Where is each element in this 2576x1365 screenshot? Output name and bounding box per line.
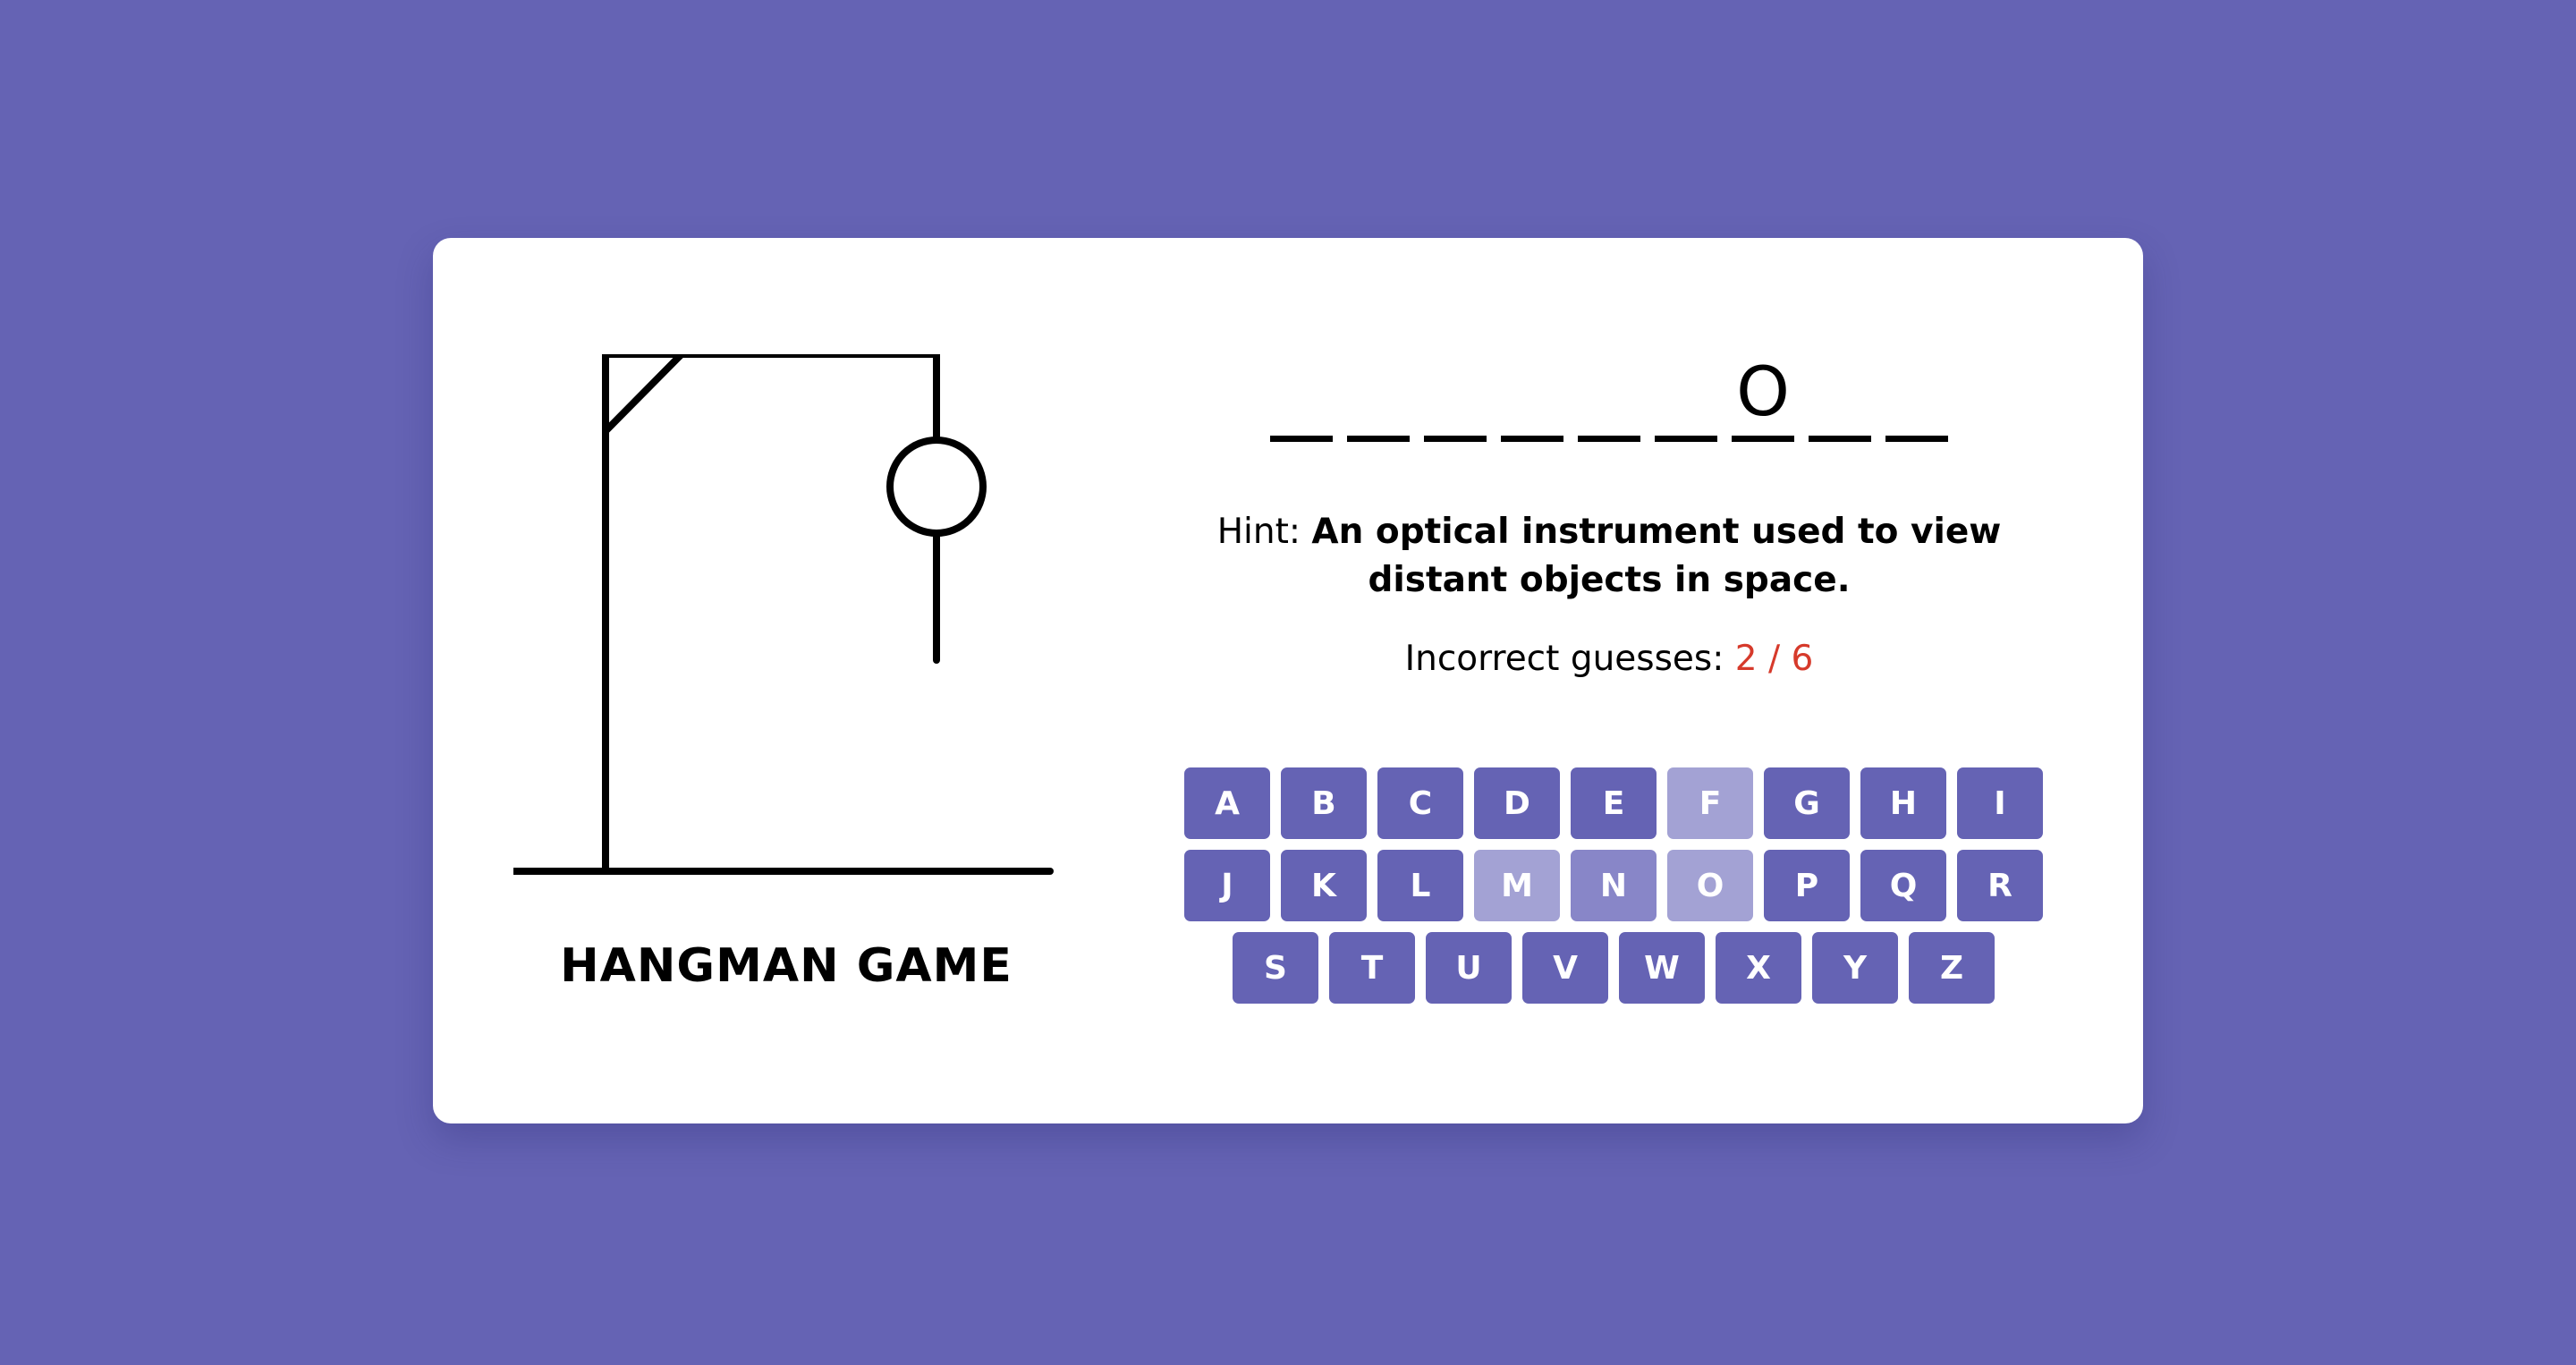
key-n[interactable]: N <box>1571 850 1657 921</box>
word-letter-slot: O <box>1732 352 1794 442</box>
key-b[interactable]: B <box>1281 767 1367 839</box>
word-display: O <box>1140 352 2079 442</box>
key-s[interactable]: S <box>1233 932 1318 1004</box>
game-panel: O Hint: An optical instrument used to vi… <box>1140 238 2143 1123</box>
key-d[interactable]: D <box>1474 767 1560 839</box>
hangman-drawing <box>513 354 1054 875</box>
key-c[interactable]: C <box>1377 767 1463 839</box>
key-t[interactable]: T <box>1329 932 1415 1004</box>
word-letter-slot <box>1424 352 1487 442</box>
key-m[interactable]: M <box>1474 850 1560 921</box>
key-p[interactable]: P <box>1764 850 1850 921</box>
key-h[interactable]: H <box>1860 767 1946 839</box>
key-k[interactable]: K <box>1281 850 1367 921</box>
key-e[interactable]: E <box>1571 767 1657 839</box>
game-title: HANGMAN GAME <box>560 939 1013 993</box>
key-y[interactable]: Y <box>1812 932 1898 1004</box>
word-letter-slot <box>1809 352 1871 442</box>
word-letter-slot <box>1578 352 1640 442</box>
hint-content: An optical instrument used to view dista… <box>1311 512 2002 600</box>
key-q[interactable]: Q <box>1860 850 1946 921</box>
key-o[interactable]: O <box>1667 850 1753 921</box>
word-letter-slot <box>1347 352 1410 442</box>
guesses-count: 2 / 6 <box>1734 639 1814 679</box>
guesses-label: Incorrect guesses: <box>1404 639 1724 679</box>
key-l[interactable]: L <box>1377 850 1463 921</box>
key-g[interactable]: G <box>1764 767 1850 839</box>
hangman-head <box>886 437 987 537</box>
key-r[interactable]: R <box>1957 850 2043 921</box>
word-letter-slot <box>1655 352 1717 442</box>
key-z[interactable]: Z <box>1909 932 1995 1004</box>
key-j[interactable]: J <box>1184 850 1270 921</box>
game-card: HANGMAN GAME O Hint: An optical instrume… <box>433 238 2143 1123</box>
word-letter-slot <box>1270 352 1333 442</box>
hangman-panel: HANGMAN GAME <box>433 238 1140 1123</box>
letter-keyboard: ABCDEFGHI JKLMNOPQR STUVWXYZ <box>1184 767 2043 1004</box>
key-u[interactable]: U <box>1426 932 1512 1004</box>
incorrect-guesses: Incorrect guesses: 2 / 6 <box>1140 639 2079 679</box>
key-a[interactable]: A <box>1184 767 1270 839</box>
hint-text: Hint: An optical instrument used to view… <box>1207 508 2012 605</box>
word-letter-slot <box>1885 352 1948 442</box>
key-w[interactable]: W <box>1619 932 1705 1004</box>
key-x[interactable]: X <box>1716 932 1801 1004</box>
hint-label: Hint: <box>1216 512 1301 552</box>
key-f[interactable]: F <box>1667 767 1753 839</box>
word-letter-slot <box>1501 352 1563 442</box>
key-v[interactable]: V <box>1522 932 1608 1004</box>
key-i[interactable]: I <box>1957 767 2043 839</box>
gallows-brace <box>602 354 685 435</box>
